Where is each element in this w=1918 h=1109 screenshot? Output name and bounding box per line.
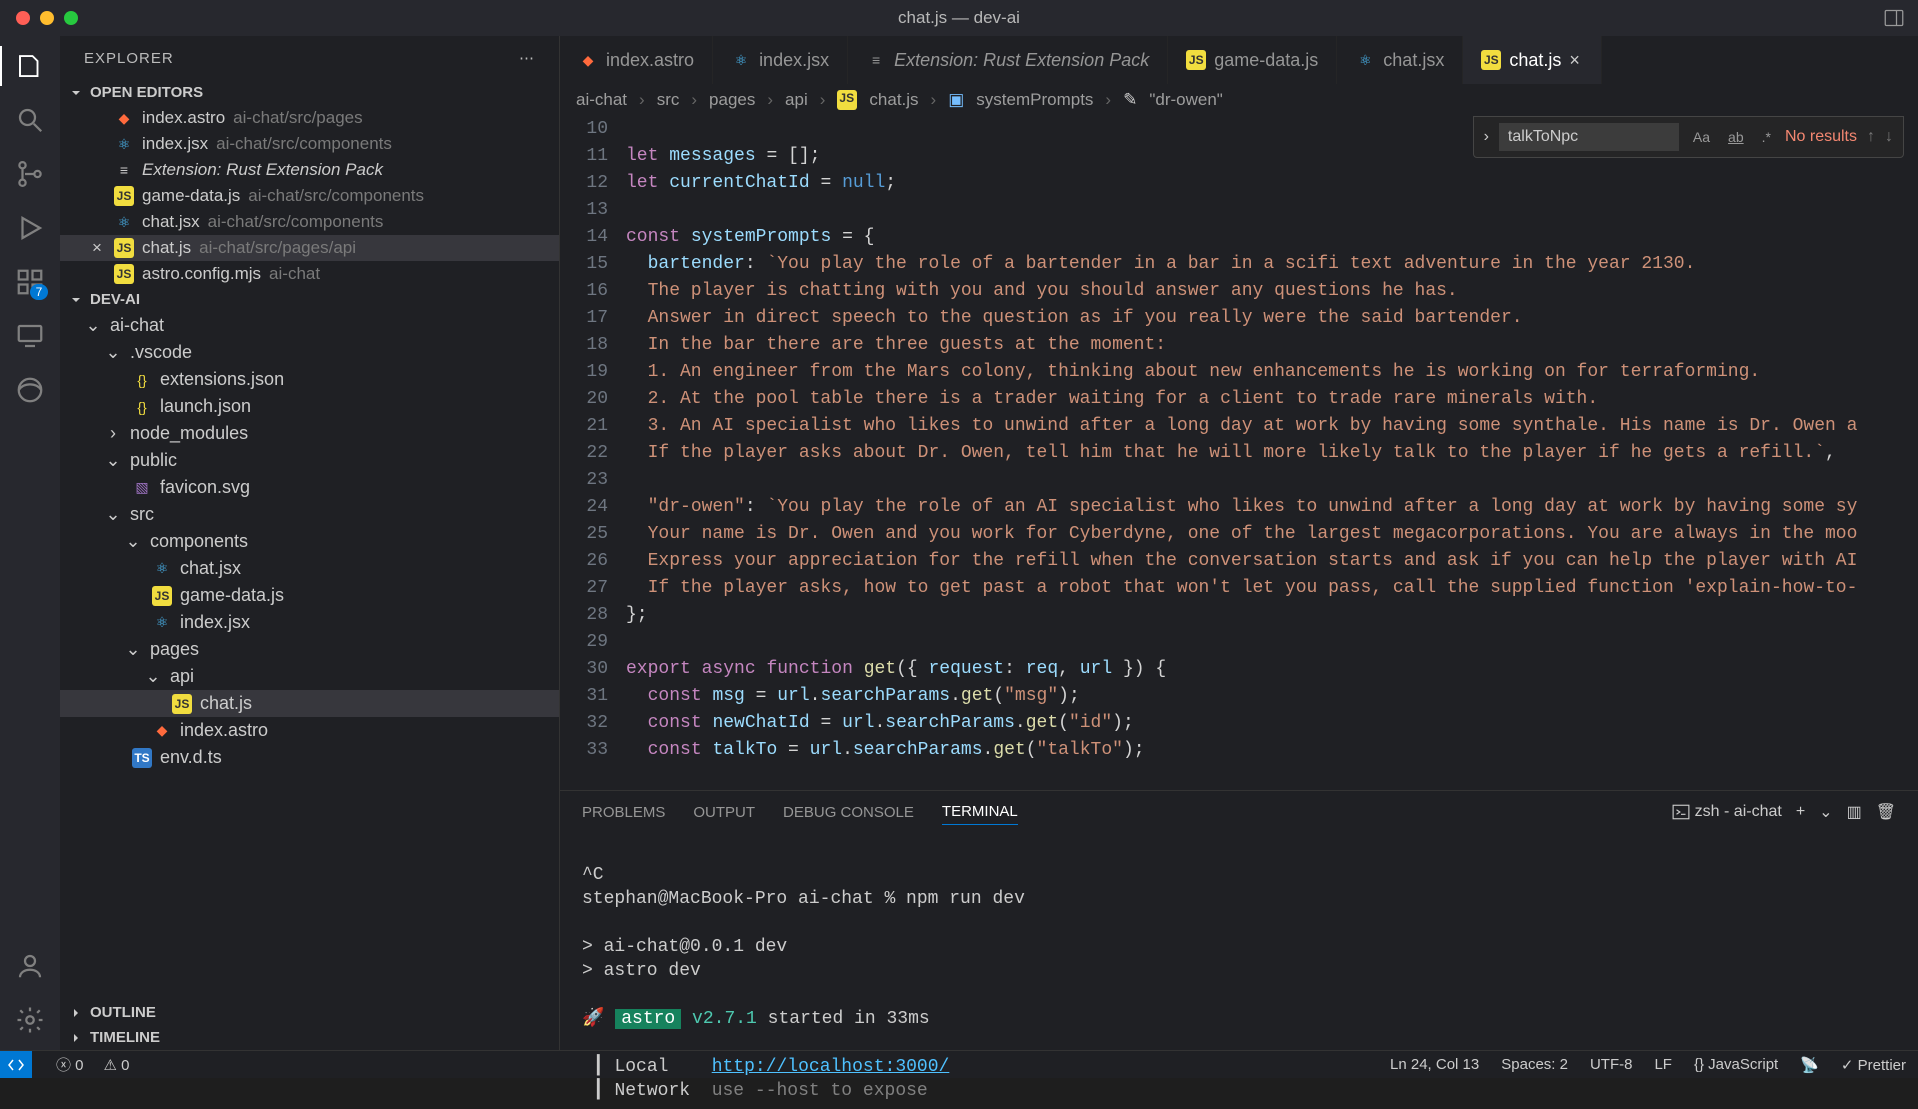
tree-folder-node-modules[interactable]: ›node_modules bbox=[60, 420, 559, 447]
file-tree: ⌄ai-chat ⌄.vscode {}extensions.json {}la… bbox=[60, 312, 559, 1000]
editor-tab[interactable]: ⚛chat.jsx bbox=[1337, 36, 1463, 84]
editor-tab[interactable]: JSchat.js× bbox=[1463, 36, 1602, 84]
run-debug-activity-icon[interactable] bbox=[14, 212, 46, 244]
open-editor-item[interactable]: ◆index.astro ai-chat/src/pages bbox=[60, 105, 559, 131]
source-control-activity-icon[interactable] bbox=[14, 158, 46, 190]
explorer-activity-icon[interactable] bbox=[14, 50, 46, 82]
explorer-sidebar: EXPLORER ⋯ OPEN EDITORS ◆index.astro ai-… bbox=[60, 36, 560, 1050]
status-cursor-position[interactable]: Ln 24, Col 13 bbox=[1390, 1056, 1479, 1073]
editor-tab[interactable]: ⚛index.jsx bbox=[713, 36, 848, 84]
open-editor-item[interactable]: JSgame-data.js ai-chat/src/components bbox=[60, 183, 559, 209]
breadcrumb[interactable]: ai-chat› src› pages› api› JS chat.js› ▣s… bbox=[560, 84, 1918, 116]
extensions-badge: 7 bbox=[30, 284, 48, 300]
find-results-label: No results bbox=[1785, 128, 1857, 146]
tree-folder-public[interactable]: ⌄public bbox=[60, 447, 559, 474]
close-window-button[interactable] bbox=[16, 11, 30, 25]
panel-tab-terminal[interactable]: TERMINAL bbox=[942, 799, 1018, 825]
tree-folder-vscode[interactable]: ⌄.vscode bbox=[60, 339, 559, 366]
maximize-window-button[interactable] bbox=[64, 11, 78, 25]
tree-file-index-jsx[interactable]: ⚛index.jsx bbox=[60, 609, 559, 636]
new-terminal-icon[interactable]: + bbox=[1796, 803, 1805, 821]
tree-file-chat-js[interactable]: JSchat.js bbox=[60, 690, 559, 717]
editor-tab[interactable]: ≡Extension: Rust Extension Pack bbox=[848, 36, 1168, 84]
tree-file-launch-json[interactable]: {}launch.json bbox=[60, 393, 559, 420]
edge-tools-icon[interactable] bbox=[14, 374, 46, 406]
find-expand-icon[interactable]: › bbox=[1484, 128, 1489, 146]
outline-header[interactable]: OUTLINE bbox=[60, 1000, 559, 1025]
status-prettier[interactable]: ✓ Prettier bbox=[1841, 1056, 1906, 1074]
open-editor-item[interactable]: ⚛index.jsx ai-chat/src/components bbox=[60, 131, 559, 157]
editor-area: ◆index.astro⚛index.jsx≡Extension: Rust E… bbox=[560, 36, 1918, 1050]
open-editor-item[interactable]: JSastro.config.mjs ai-chat bbox=[60, 261, 559, 287]
find-next-icon[interactable]: ↓ bbox=[1885, 128, 1893, 146]
close-editor-icon[interactable]: × bbox=[88, 238, 106, 258]
line-gutter: 10 11 12 13 14 15 16 17 18 19 20 21 22 2… bbox=[560, 116, 626, 790]
tree-folder-components[interactable]: ⌄components bbox=[60, 528, 559, 555]
terminal-dropdown-icon[interactable]: ⌄ bbox=[1819, 802, 1832, 822]
activity-bar: 7 bbox=[0, 36, 60, 1050]
panel-tab-debug-console[interactable]: DEBUG CONSOLE bbox=[783, 800, 914, 825]
code-content[interactable]: let messages = []; let currentChatId = n… bbox=[626, 116, 1918, 790]
tree-file-game-data-js[interactable]: JSgame-data.js bbox=[60, 582, 559, 609]
tree-file-env-dts[interactable]: TSenv.d.ts bbox=[60, 744, 559, 771]
remote-explorer-icon[interactable] bbox=[14, 320, 46, 352]
status-warnings[interactable]: ⚠ 0 bbox=[104, 1056, 130, 1074]
layout-controls bbox=[1884, 8, 1904, 28]
open-editor-item[interactable]: ⚛chat.jsx ai-chat/src/components bbox=[60, 209, 559, 235]
status-errors[interactable]: ⓧ 0 bbox=[56, 1054, 84, 1075]
extensions-activity-icon[interactable]: 7 bbox=[14, 266, 46, 298]
code-editor[interactable]: › Aa ab .* No results ↑ ↓ 10 11 12 13 14… bbox=[560, 116, 1918, 790]
find-input[interactable] bbox=[1499, 123, 1679, 151]
bottom-panel: PROBLEMS OUTPUT DEBUG CONSOLE TERMINAL z… bbox=[560, 790, 1918, 1050]
accounts-icon[interactable] bbox=[14, 950, 46, 982]
window-title: chat.js — dev-ai bbox=[898, 8, 1020, 28]
status-language-mode[interactable]: {} JavaScript bbox=[1694, 1056, 1778, 1073]
terminal-shell-label[interactable]: zsh - ai-chat bbox=[1672, 803, 1782, 821]
tree-folder-src[interactable]: ⌄src bbox=[60, 501, 559, 528]
split-terminal-icon[interactable]: ▥ bbox=[1847, 802, 1862, 822]
status-encoding[interactable]: UTF-8 bbox=[1590, 1056, 1633, 1073]
find-widget: › Aa ab .* No results ↑ ↓ bbox=[1473, 116, 1904, 158]
kill-terminal-icon[interactable]: 🗑 bbox=[1876, 802, 1896, 822]
explorer-more-icon[interactable]: ⋯ bbox=[519, 49, 535, 67]
timeline-header[interactable]: TIMELINE bbox=[60, 1025, 559, 1050]
explorer-title: EXPLORER bbox=[84, 50, 174, 67]
tree-file-chat-jsx[interactable]: ⚛chat.jsx bbox=[60, 555, 559, 582]
match-case-icon[interactable]: Aa bbox=[1689, 127, 1714, 147]
status-indentation[interactable]: Spaces: 2 bbox=[1501, 1056, 1568, 1073]
editor-tabs: ◆index.astro⚛index.jsx≡Extension: Rust E… bbox=[560, 36, 1918, 84]
tree-folder-api[interactable]: ⌄api bbox=[60, 663, 559, 690]
toggle-panel-icon[interactable] bbox=[1884, 8, 1904, 28]
open-editor-item[interactable]: ≡Extension: Rust Extension Pack bbox=[60, 157, 559, 183]
editor-tab[interactable]: ◆index.astro bbox=[560, 36, 713, 84]
open-editor-item[interactable]: ×JSchat.js ai-chat/src/pages/api bbox=[60, 235, 559, 261]
close-tab-icon[interactable]: × bbox=[1569, 50, 1583, 71]
tree-file-index-astro[interactable]: ◆index.astro bbox=[60, 717, 559, 744]
settings-gear-icon[interactable] bbox=[14, 1004, 46, 1036]
open-editors-header[interactable]: OPEN EDITORS bbox=[60, 80, 559, 105]
panel-tab-output[interactable]: OUTPUT bbox=[693, 800, 755, 825]
tree-folder-ai-chat[interactable]: ⌄ai-chat bbox=[60, 312, 559, 339]
titlebar: chat.js — dev-ai bbox=[0, 0, 1918, 36]
use-regex-icon[interactable]: .* bbox=[1758, 127, 1775, 147]
project-header[interactable]: DEV-AI bbox=[60, 287, 559, 312]
status-feedback-icon[interactable]: 📡 bbox=[1800, 1056, 1819, 1074]
tree-folder-pages[interactable]: ⌄pages bbox=[60, 636, 559, 663]
panel-tab-problems[interactable]: PROBLEMS bbox=[582, 800, 665, 825]
search-activity-icon[interactable] bbox=[14, 104, 46, 136]
tree-file-favicon[interactable]: ▧favicon.svg bbox=[60, 474, 559, 501]
minimize-window-button[interactable] bbox=[40, 11, 54, 25]
window-controls bbox=[0, 11, 78, 25]
remote-indicator[interactable] bbox=[0, 1051, 32, 1078]
tree-file-extensions-json[interactable]: {}extensions.json bbox=[60, 366, 559, 393]
editor-tab[interactable]: JSgame-data.js bbox=[1168, 36, 1337, 84]
status-eol[interactable]: LF bbox=[1654, 1056, 1672, 1073]
match-whole-word-icon[interactable]: ab bbox=[1724, 127, 1748, 147]
find-prev-icon[interactable]: ↑ bbox=[1867, 128, 1875, 146]
